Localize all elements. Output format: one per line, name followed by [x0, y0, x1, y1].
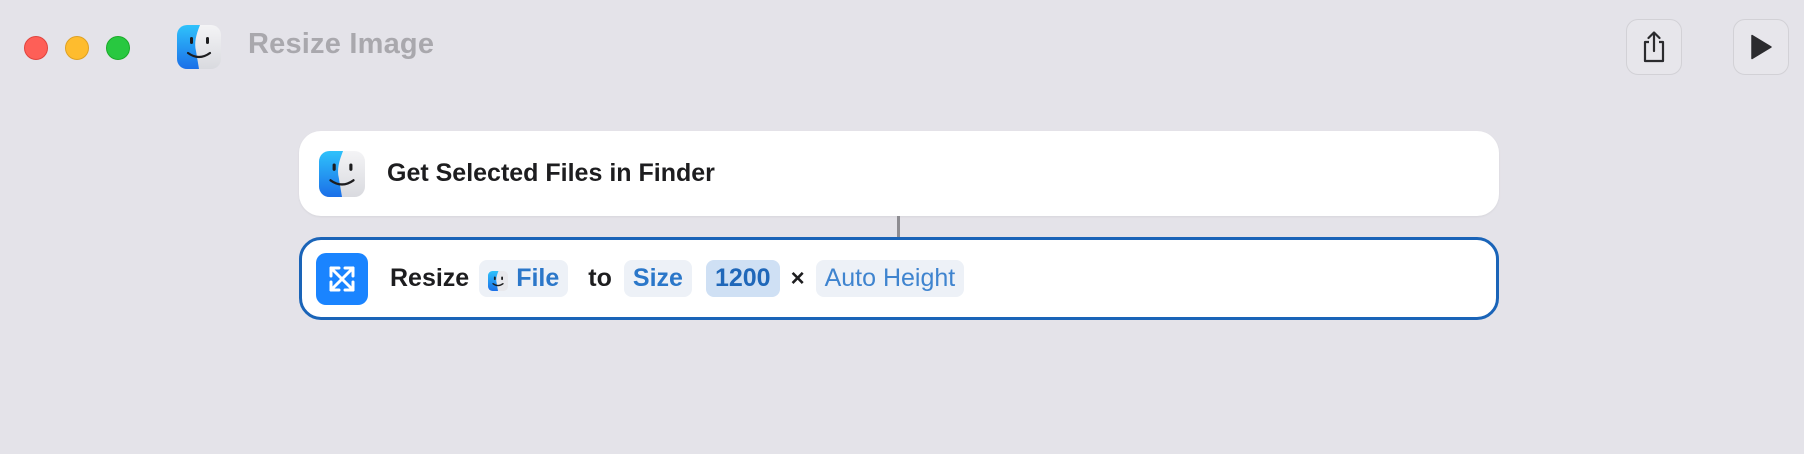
play-icon [1751, 34, 1772, 60]
height-token[interactable]: Auto Height [815, 260, 965, 297]
window-title: Resize Image [248, 28, 435, 60]
action-resize-image[interactable]: Resize File to Size 1200 × Auto Height [299, 237, 1499, 320]
minimize-window-button[interactable] [65, 36, 89, 60]
action-title: Get Selected Files in Finder [387, 159, 715, 187]
zoom-window-button[interactable] [106, 36, 130, 60]
connector-word: to [588, 264, 612, 292]
finder-icon [488, 269, 509, 291]
close-window-button[interactable] [24, 36, 48, 60]
times-symbol: × [790, 264, 805, 292]
resize-arrows-icon [316, 252, 368, 305]
finder-icon [319, 150, 365, 197]
action-connector [897, 216, 900, 237]
action-verb: Resize [390, 264, 470, 292]
width-value-token[interactable]: 1200 [705, 260, 780, 297]
window-controls [24, 36, 130, 60]
file-token-label: File [516, 264, 560, 292]
run-button[interactable] [1733, 19, 1789, 75]
share-button[interactable] [1626, 19, 1682, 75]
action-get-selected-files[interactable]: Get Selected Files in Finder [299, 131, 1499, 216]
file-variable-token[interactable]: File [479, 260, 569, 297]
share-icon [1643, 31, 1665, 63]
size-mode-token[interactable]: Size [623, 260, 692, 297]
finder-icon [177, 25, 221, 69]
